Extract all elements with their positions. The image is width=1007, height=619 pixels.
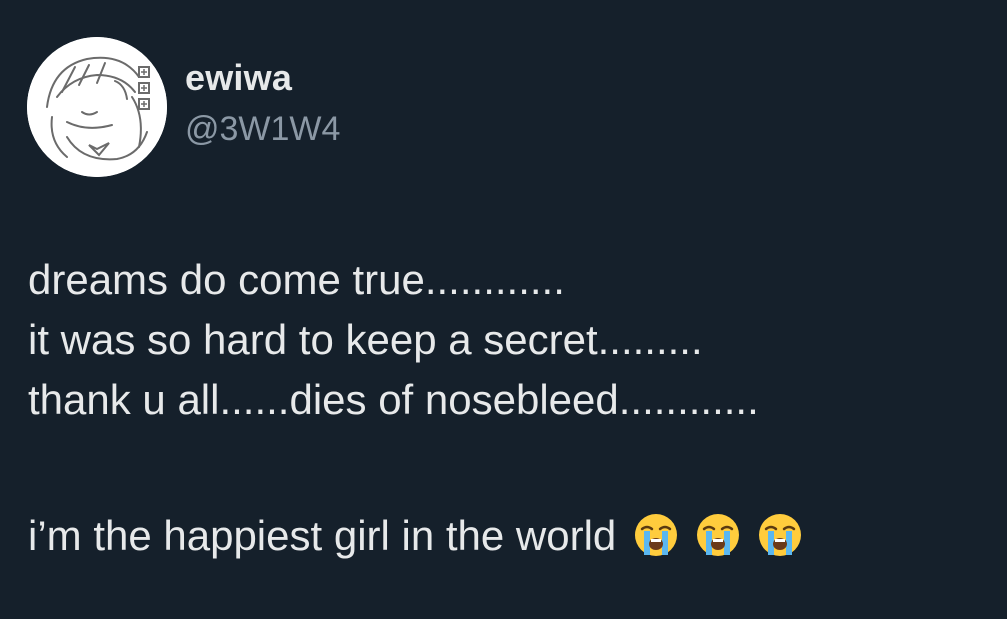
avatar-drawing-icon <box>27 37 167 177</box>
tweet-line-with-emoji: i’m the happiest girl in the world <box>28 506 988 566</box>
loudly-crying-face-icon <box>632 511 680 559</box>
emoji-group <box>632 511 804 559</box>
author-display-name[interactable]: ewiwa <box>185 56 292 100</box>
author-handle[interactable]: @3W1W4 <box>185 108 340 150</box>
tweet-line: dreams do come true............ <box>28 256 565 303</box>
tweet-line: i’m the happiest girl in the world <box>28 512 617 559</box>
tweet-line: thank u all......dies of nosebleed......… <box>28 376 759 423</box>
tweet-text: dreams do come true............ it was s… <box>28 250 988 566</box>
tweet-card: ewiwa @3W1W4 dreams do come true........… <box>0 0 1007 619</box>
loudly-crying-face-icon <box>756 511 804 559</box>
tweet-line: it was so hard to keep a secret......... <box>28 316 703 363</box>
avatar[interactable] <box>27 37 167 177</box>
loudly-crying-face-icon <box>694 511 742 559</box>
